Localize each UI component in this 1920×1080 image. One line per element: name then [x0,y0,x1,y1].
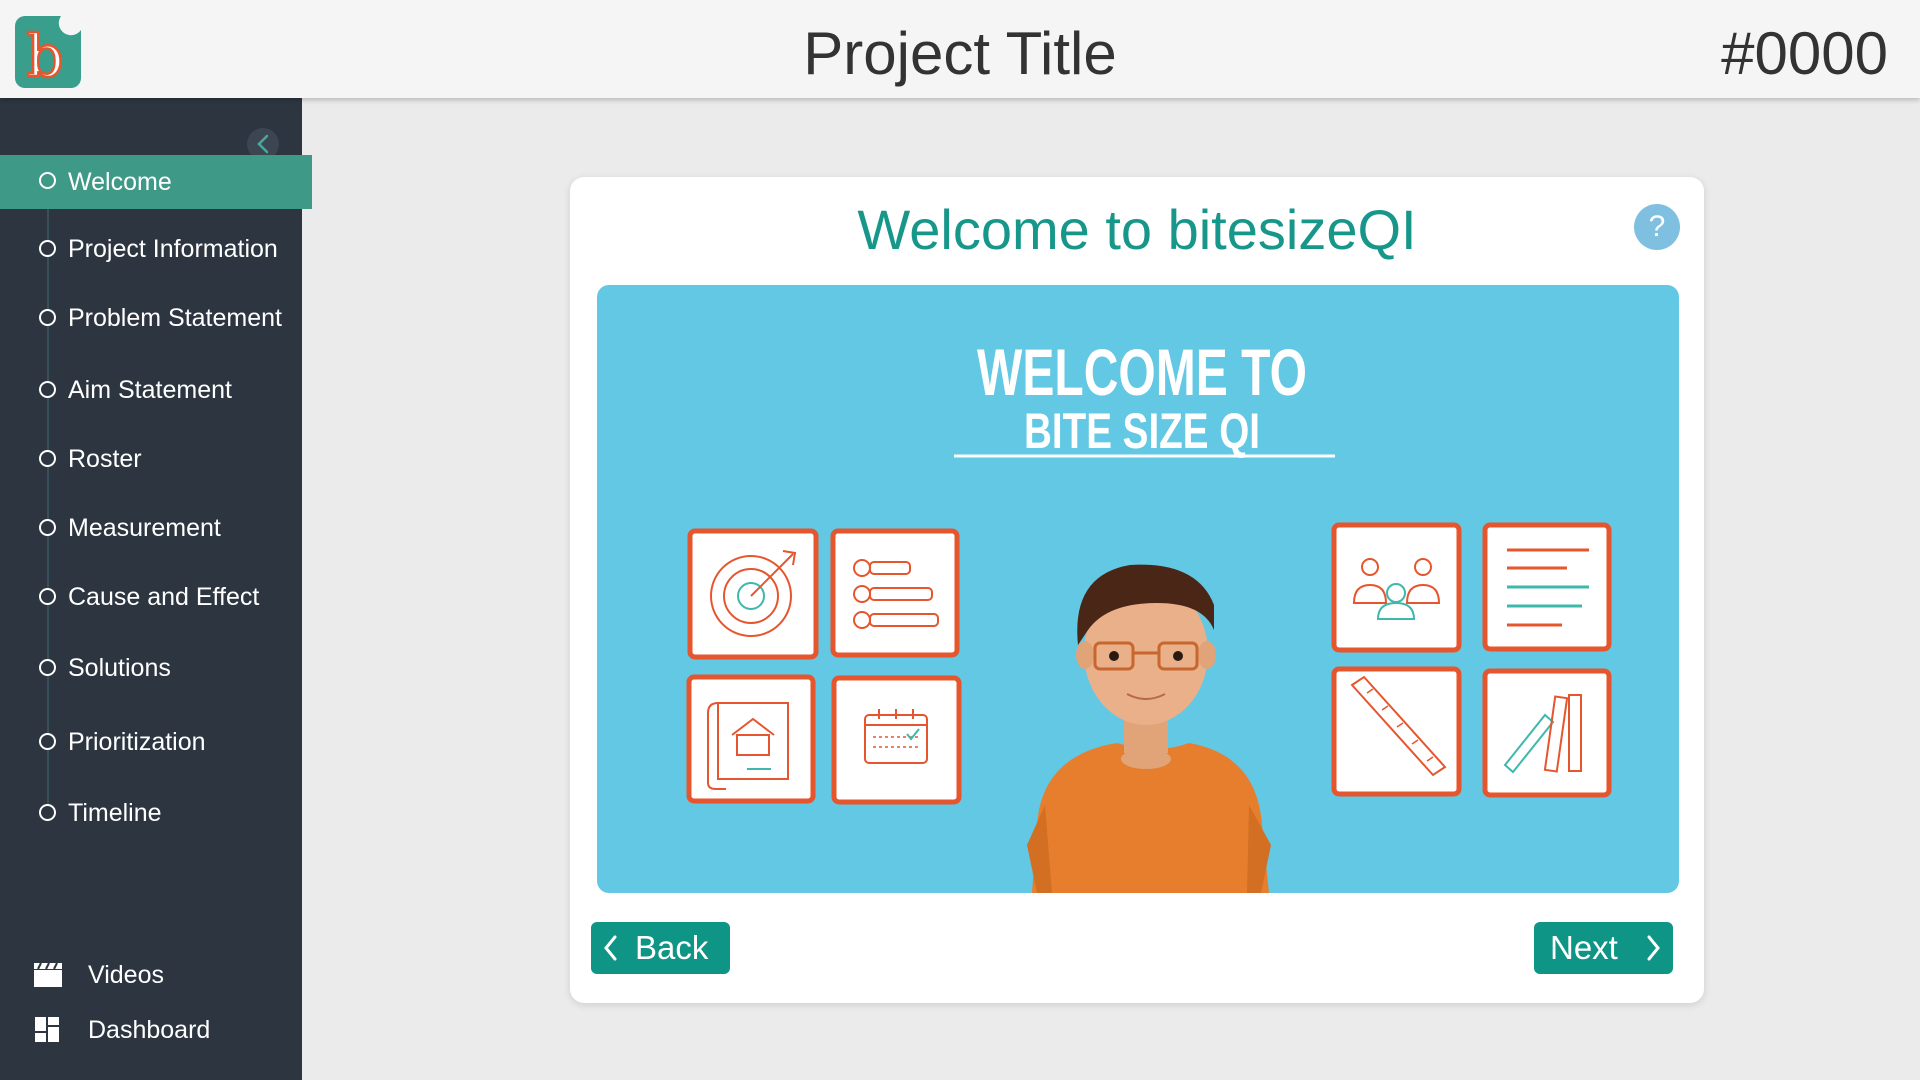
sidebar-item-label: Aim Statement [68,376,232,404]
banner-line-2: BITE SIZE QI [1024,403,1260,459]
sidebar-item-label: Measurement [68,514,221,542]
sidebar-item-aim-statement[interactable]: Aim Statement [0,366,302,416]
sidebar-item-label: Project Information [68,235,278,263]
sidebar-item-label: Problem Statement [68,304,282,332]
sidebar-item-label: Videos [88,961,164,989]
sidebar-item-project-information[interactable]: Project Information [0,225,302,275]
step-circle-icon [39,588,56,605]
clapperboard-icon [34,962,62,987]
blueprint-tile-icon [686,674,816,804]
sidebar: Welcome Project Information Problem Stat… [0,98,312,1080]
question-mark-icon: ? [1648,210,1666,243]
step-circle-icon [39,519,56,536]
team-tile-icon [1331,522,1462,653]
welcome-card: Welcome to bitesizeQI ? WELCOME TO BITE … [570,177,1704,1003]
step-circle-icon [39,659,56,676]
sidebar-item-label: Welcome [68,168,172,196]
project-id: #0000 [1721,20,1888,87]
target-tile-icon [687,528,819,660]
ruler-tile-icon [1331,666,1462,797]
card-title: Welcome to bitesizeQI [857,198,1417,261]
welcome-illustration: WELCOME TO BITE SIZE QI [686,335,1612,893]
sidebar-item-label: Prioritization [68,728,206,756]
next-button-label: Next [1550,929,1618,966]
sidebar-item-welcome[interactable]: Welcome [0,155,312,209]
sidebar-item-label: Roster [68,445,142,473]
help-button[interactable]: ? [1634,204,1680,250]
sidebar-item-videos[interactable]: Videos [0,953,302,997]
sidebar-item-timeline[interactable]: Timeline [0,789,302,839]
sidebar-item-roster[interactable]: Roster [0,435,302,485]
sidebar-item-solutions[interactable]: Solutions [0,644,302,694]
chevron-right-icon [1647,935,1660,961]
sidebar-item-label: Dashboard [88,1016,211,1044]
banner-line-1: WELCOME TO [977,335,1307,409]
document-tile-icon [1482,522,1612,652]
sidebar-item-label: Timeline [68,799,162,827]
step-circle-icon [39,172,56,189]
chevron-left-icon [257,134,269,154]
back-button-label: Back [635,929,709,966]
dashboard-icon [35,1017,59,1042]
sidebar-item-cause-and-effect[interactable]: Cause and Effect [0,573,302,623]
step-circle-icon [39,450,56,467]
calendar-tile-icon [831,675,962,805]
sidebar-item-prioritization[interactable]: Prioritization [0,718,302,768]
step-circle-icon [39,804,56,821]
sidebar-item-dashboard[interactable]: Dashboard [0,1008,302,1052]
sidebar-item-label: Cause and Effect [68,583,260,611]
chevron-left-icon [604,935,617,961]
character-illustration [1027,564,1271,893]
back-button[interactable]: Back [591,922,730,974]
project-title: Project Title [803,20,1117,87]
books-tile-icon [1482,668,1612,798]
top-bar: b Project Title #0000 [0,0,1920,98]
sidebar-item-label: Solutions [68,654,171,682]
welcome-banner-image: WELCOME TO BITE SIZE QI [597,285,1679,893]
numbered-list-tile-icon [830,528,960,658]
step-circle-icon [39,240,56,257]
next-button[interactable]: Next [1534,922,1673,974]
step-circle-icon [39,381,56,398]
sidebar-item-measurement[interactable]: Measurement [0,504,302,554]
sidebar-item-problem-statement[interactable]: Problem Statement [0,294,302,344]
step-circle-icon [39,309,56,326]
step-circle-icon [39,733,56,750]
